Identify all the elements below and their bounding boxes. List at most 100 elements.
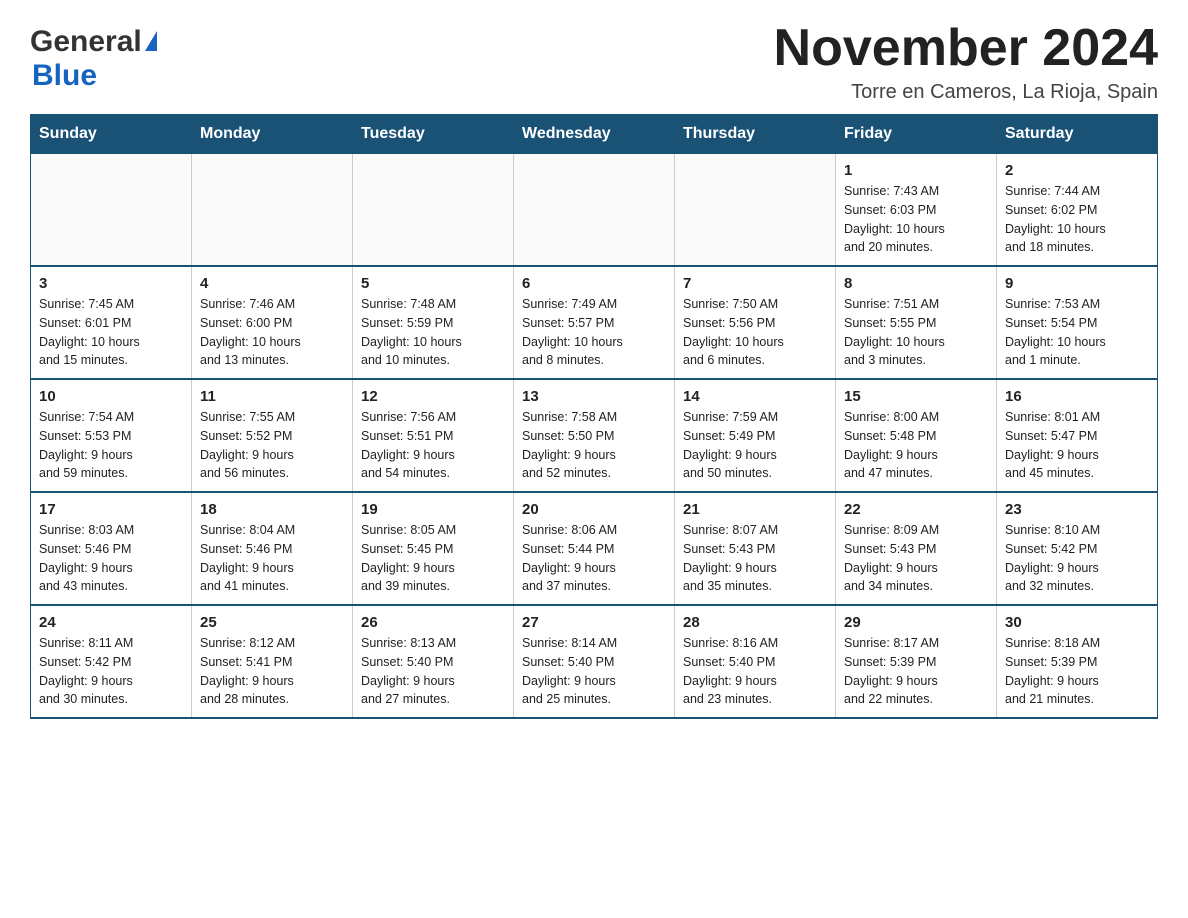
month-title: November 2024 <box>774 20 1158 77</box>
day-number: 1 <box>844 162 988 179</box>
day-info: Sunrise: 7:46 AM Sunset: 6:00 PM Dayligh… <box>200 295 344 370</box>
calendar-day: 3Sunrise: 7:45 AM Sunset: 6:01 PM Daylig… <box>31 266 192 379</box>
calendar-day: 15 Sunrise: 8:00 AM Sunset: 5:48 PM Dayli… <box>836 379 997 492</box>
calendar-week-4: 17Sunrise: 8:03 AM Sunset: 5:46 PM Dayli… <box>31 492 1158 605</box>
weekday-header-thursday: Thursday <box>675 115 836 154</box>
day-info: Sunrise: 7:53 AM Sunset: 5:54 PM Dayligh… <box>1005 295 1149 370</box>
day-info: Sunrise: 7:58 AM Sunset: 5:50 PM Dayligh… <box>522 408 666 483</box>
logo-general-text: General <box>30 25 142 59</box>
day-info: Sunrise: 7:44 AM Sunset: 6:02 PM Dayligh… <box>1005 182 1149 257</box>
calendar-day: 11 Sunrise: 7:55 AM Sunset: 5:52 PM Dayli… <box>192 379 353 492</box>
calendar-body: 1 Sunrise: 7:43 AM Sunset: 6:03 PM Daylig… <box>31 154 1158 719</box>
weekday-header-friday: Friday <box>836 115 997 154</box>
day-number: 29 <box>844 614 988 631</box>
calendar-day: 4Sunrise: 7:46 AM Sunset: 6:00 PM Daylig… <box>192 266 353 379</box>
day-info: Sunrise: 8:11 AM Sunset: 5:42 PM Dayligh… <box>39 634 183 709</box>
day-info: Sunrise: 8:06 AM Sunset: 5:44 PM Dayligh… <box>522 521 666 596</box>
calendar-day: 28 Sunrise: 8:16 AM Sunset: 5:40 PM Dayli… <box>675 605 836 718</box>
day-number: 30 <box>1005 614 1149 631</box>
day-info: Sunrise: 7:48 AM Sunset: 5:59 PM Dayligh… <box>361 295 505 370</box>
calendar-day: 5 Sunrise: 7:48 AM Sunset: 5:59 PM Daylig… <box>353 266 514 379</box>
day-number: 14 <box>683 388 827 405</box>
calendar-day: 9 Sunrise: 7:53 AM Sunset: 5:54 PM Daylig… <box>997 266 1158 379</box>
day-number: 8 <box>844 275 988 292</box>
day-number: 10 <box>39 388 183 405</box>
day-number: 12 <box>361 388 505 405</box>
calendar-day: 20 Sunrise: 8:06 AM Sunset: 5:44 PM Dayli… <box>514 492 675 605</box>
day-number: 21 <box>683 501 827 518</box>
day-info: Sunrise: 8:07 AM Sunset: 5:43 PM Dayligh… <box>683 521 827 596</box>
location-text: Torre en Cameros, La Rioja, Spain <box>774 81 1158 104</box>
weekday-header-saturday: Saturday <box>997 115 1158 154</box>
calendar-day <box>353 154 514 267</box>
day-info: Sunrise: 8:12 AM Sunset: 5:41 PM Dayligh… <box>200 634 344 709</box>
calendar-day: 21 Sunrise: 8:07 AM Sunset: 5:43 PM Dayli… <box>675 492 836 605</box>
day-number: 24 <box>39 614 183 631</box>
title-section: November 2024 Torre en Cameros, La Rioja… <box>774 20 1158 104</box>
day-info: Sunrise: 7:51 AM Sunset: 5:55 PM Dayligh… <box>844 295 988 370</box>
calendar-header: SundayMondayTuesdayWednesdayThursdayFrid… <box>31 115 1158 154</box>
calendar-week-2: 3Sunrise: 7:45 AM Sunset: 6:01 PM Daylig… <box>31 266 1158 379</box>
day-number: 16 <box>1005 388 1149 405</box>
day-info: Sunrise: 8:10 AM Sunset: 5:42 PM Dayligh… <box>1005 521 1149 596</box>
calendar-day: 23 Sunrise: 8:10 AM Sunset: 5:42 PM Dayli… <box>997 492 1158 605</box>
day-info: Sunrise: 7:56 AM Sunset: 5:51 PM Dayligh… <box>361 408 505 483</box>
day-info: Sunrise: 7:49 AM Sunset: 5:57 PM Dayligh… <box>522 295 666 370</box>
calendar-day: 17Sunrise: 8:03 AM Sunset: 5:46 PM Dayli… <box>31 492 192 605</box>
day-info: Sunrise: 8:04 AM Sunset: 5:46 PM Dayligh… <box>200 521 344 596</box>
day-number: 26 <box>361 614 505 631</box>
calendar-day: 29Sunrise: 8:17 AM Sunset: 5:39 PM Dayli… <box>836 605 997 718</box>
calendar-week-3: 10 Sunrise: 7:54 AM Sunset: 5:53 PM Dayli… <box>31 379 1158 492</box>
day-number: 19 <box>361 501 505 518</box>
day-number: 17 <box>39 501 183 518</box>
day-number: 11 <box>200 388 344 405</box>
calendar-day: 6 Sunrise: 7:49 AM Sunset: 5:57 PM Daylig… <box>514 266 675 379</box>
calendar-week-5: 24 Sunrise: 8:11 AM Sunset: 5:42 PM Dayli… <box>31 605 1158 718</box>
day-info: Sunrise: 7:55 AM Sunset: 5:52 PM Dayligh… <box>200 408 344 483</box>
day-info: Sunrise: 8:18 AM Sunset: 5:39 PM Dayligh… <box>1005 634 1149 709</box>
calendar-day: 19 Sunrise: 8:05 AM Sunset: 5:45 PM Dayli… <box>353 492 514 605</box>
day-number: 25 <box>200 614 344 631</box>
logo-blue-text: Blue <box>32 59 97 92</box>
day-number: 13 <box>522 388 666 405</box>
day-info: Sunrise: 7:59 AM Sunset: 5:49 PM Dayligh… <box>683 408 827 483</box>
calendar-day: 8 Sunrise: 7:51 AM Sunset: 5:55 PM Daylig… <box>836 266 997 379</box>
calendar-day: 7 Sunrise: 7:50 AM Sunset: 5:56 PM Daylig… <box>675 266 836 379</box>
day-info: Sunrise: 8:14 AM Sunset: 5:40 PM Dayligh… <box>522 634 666 709</box>
day-info: Sunrise: 8:16 AM Sunset: 5:40 PM Dayligh… <box>683 634 827 709</box>
day-number: 7 <box>683 275 827 292</box>
day-number: 3 <box>39 275 183 292</box>
calendar-day <box>675 154 836 267</box>
day-number: 2 <box>1005 162 1149 179</box>
calendar-day: 14 Sunrise: 7:59 AM Sunset: 5:49 PM Dayli… <box>675 379 836 492</box>
day-number: 9 <box>1005 275 1149 292</box>
day-number: 28 <box>683 614 827 631</box>
calendar-day <box>514 154 675 267</box>
day-number: 23 <box>1005 501 1149 518</box>
calendar-day: 22Sunrise: 8:09 AM Sunset: 5:43 PM Dayli… <box>836 492 997 605</box>
weekday-header-sunday: Sunday <box>31 115 192 154</box>
weekday-header-monday: Monday <box>192 115 353 154</box>
day-info: Sunrise: 7:43 AM Sunset: 6:03 PM Dayligh… <box>844 182 988 257</box>
day-number: 15 <box>844 388 988 405</box>
day-info: Sunrise: 7:54 AM Sunset: 5:53 PM Dayligh… <box>39 408 183 483</box>
logo: General Blue <box>30 20 157 93</box>
day-info: Sunrise: 7:50 AM Sunset: 5:56 PM Dayligh… <box>683 295 827 370</box>
calendar-day: 24 Sunrise: 8:11 AM Sunset: 5:42 PM Dayli… <box>31 605 192 718</box>
calendar-table: SundayMondayTuesdayWednesdayThursdayFrid… <box>30 114 1158 719</box>
day-number: 5 <box>361 275 505 292</box>
weekday-header-wednesday: Wednesday <box>514 115 675 154</box>
day-info: Sunrise: 8:05 AM Sunset: 5:45 PM Dayligh… <box>361 521 505 596</box>
calendar-day: 13 Sunrise: 7:58 AM Sunset: 5:50 PM Dayli… <box>514 379 675 492</box>
calendar-day: 18Sunrise: 8:04 AM Sunset: 5:46 PM Dayli… <box>192 492 353 605</box>
calendar-day: 10 Sunrise: 7:54 AM Sunset: 5:53 PM Dayli… <box>31 379 192 492</box>
calendar-day: 27Sunrise: 8:14 AM Sunset: 5:40 PM Dayli… <box>514 605 675 718</box>
day-number: 20 <box>522 501 666 518</box>
day-info: Sunrise: 8:00 AM Sunset: 5:48 PM Dayligh… <box>844 408 988 483</box>
calendar-day: 16Sunrise: 8:01 AM Sunset: 5:47 PM Dayli… <box>997 379 1158 492</box>
weekday-header-row: SundayMondayTuesdayWednesdayThursdayFrid… <box>31 115 1158 154</box>
calendar-day: 25 Sunrise: 8:12 AM Sunset: 5:41 PM Dayli… <box>192 605 353 718</box>
calendar-day: 12 Sunrise: 7:56 AM Sunset: 5:51 PM Dayli… <box>353 379 514 492</box>
day-number: 6 <box>522 275 666 292</box>
page-header: General Blue November 2024 Torre en Came… <box>30 20 1158 104</box>
